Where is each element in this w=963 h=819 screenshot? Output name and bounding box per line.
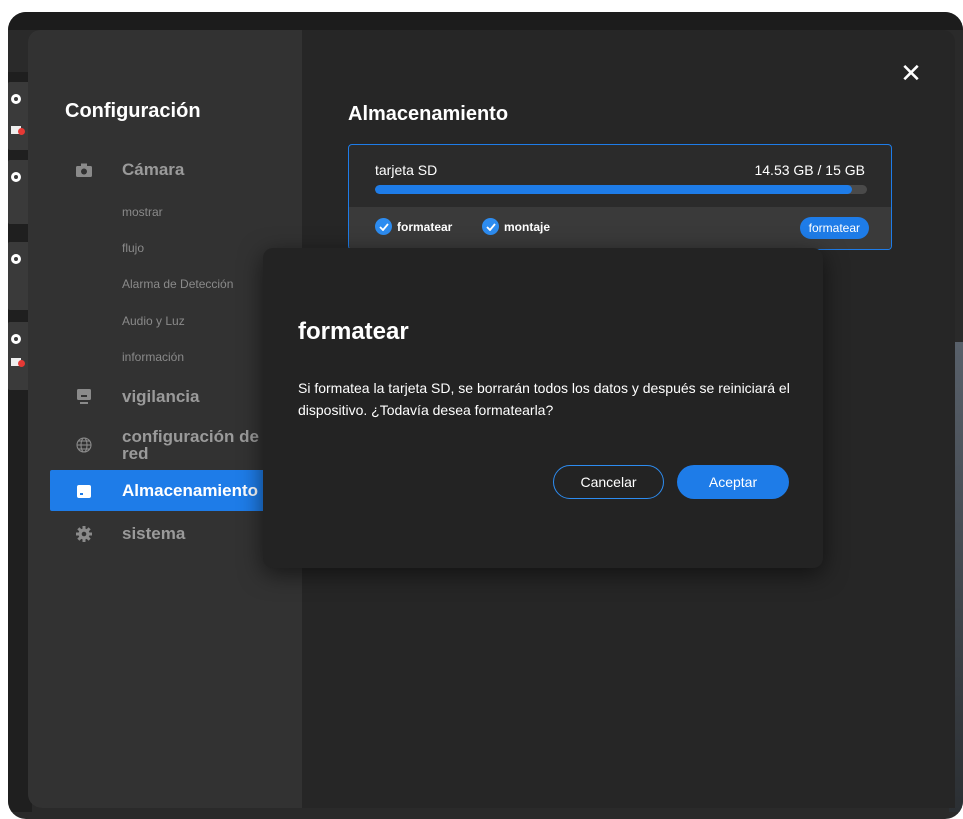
sidebar-title: Configuración bbox=[65, 100, 201, 122]
recording-icon bbox=[11, 358, 25, 367]
camera-tile[interactable] bbox=[8, 322, 30, 390]
sidebar-item-camera[interactable]: Cámara bbox=[50, 158, 302, 182]
camera-tile[interactable] bbox=[8, 242, 30, 310]
sidebar-item-label: configuración de red bbox=[122, 427, 259, 463]
sd-card-footer: formatear montaje formatear bbox=[349, 207, 891, 249]
monitor-icon bbox=[72, 385, 96, 409]
dialog-message: Si formatea la tarjeta SD, se borrarán t… bbox=[298, 380, 790, 418]
close-icon[interactable]: ✕ bbox=[900, 60, 922, 86]
page-title: Almacenamiento bbox=[348, 103, 509, 125]
globe-icon bbox=[72, 433, 96, 457]
sidebar-item-label: Almacenamiento bbox=[122, 480, 259, 500]
subitem-audio-luz[interactable]: Audio y Luz bbox=[122, 314, 185, 328]
gear-icon bbox=[11, 334, 21, 344]
sd-card-panel: tarjeta SD 14.53 GB / 15 GB formatear mo… bbox=[348, 144, 892, 250]
dialog-title: formatear bbox=[298, 318, 409, 345]
gear-icon bbox=[72, 522, 96, 546]
sidebar-item-label: sistema bbox=[122, 524, 186, 543]
status-montaje: montaje bbox=[482, 218, 550, 235]
storage-icon bbox=[72, 479, 96, 503]
sidebar-item-label: Cámara bbox=[122, 160, 185, 179]
check-icon bbox=[482, 218, 499, 235]
format-confirm-dialog: formatear Si formatea la tarjeta SD, se … bbox=[263, 248, 823, 568]
status-label: montaje bbox=[504, 219, 551, 234]
gear-icon bbox=[11, 254, 21, 264]
subitem-mostrar[interactable]: mostrar bbox=[122, 205, 163, 219]
format-sd-button[interactable]: formatear bbox=[799, 217, 869, 239]
camera-icon bbox=[72, 158, 96, 182]
settings-sidebar: Configuración Cámara mostrar flujo Alarm… bbox=[28, 30, 302, 808]
recording-icon bbox=[11, 126, 25, 135]
window-top-strip bbox=[8, 12, 963, 30]
sd-card-label: tarjeta SD bbox=[375, 162, 438, 178]
status-formatear: formatear bbox=[375, 218, 452, 235]
subitem-alarma-deteccion[interactable]: Alarma de Detección bbox=[122, 277, 233, 291]
sd-card-capacity: 14.53 GB / 15 GB bbox=[754, 162, 865, 178]
storage-usage-fill bbox=[375, 185, 852, 194]
check-icon bbox=[375, 218, 392, 235]
gear-icon bbox=[11, 172, 21, 182]
storage-usage-bar bbox=[375, 185, 867, 194]
accept-button[interactable]: Aceptar bbox=[677, 465, 789, 499]
camera-tile[interactable] bbox=[8, 160, 30, 224]
subitem-informacion[interactable]: información bbox=[122, 350, 184, 364]
subitem-flujo[interactable]: flujo bbox=[122, 241, 144, 255]
cancel-button[interactable]: Cancelar bbox=[553, 465, 664, 499]
gear-icon bbox=[11, 94, 21, 104]
camera-tile[interactable] bbox=[8, 82, 30, 150]
sidebar-item-label: vigilancia bbox=[122, 387, 200, 406]
status-label: formatear bbox=[397, 219, 453, 234]
